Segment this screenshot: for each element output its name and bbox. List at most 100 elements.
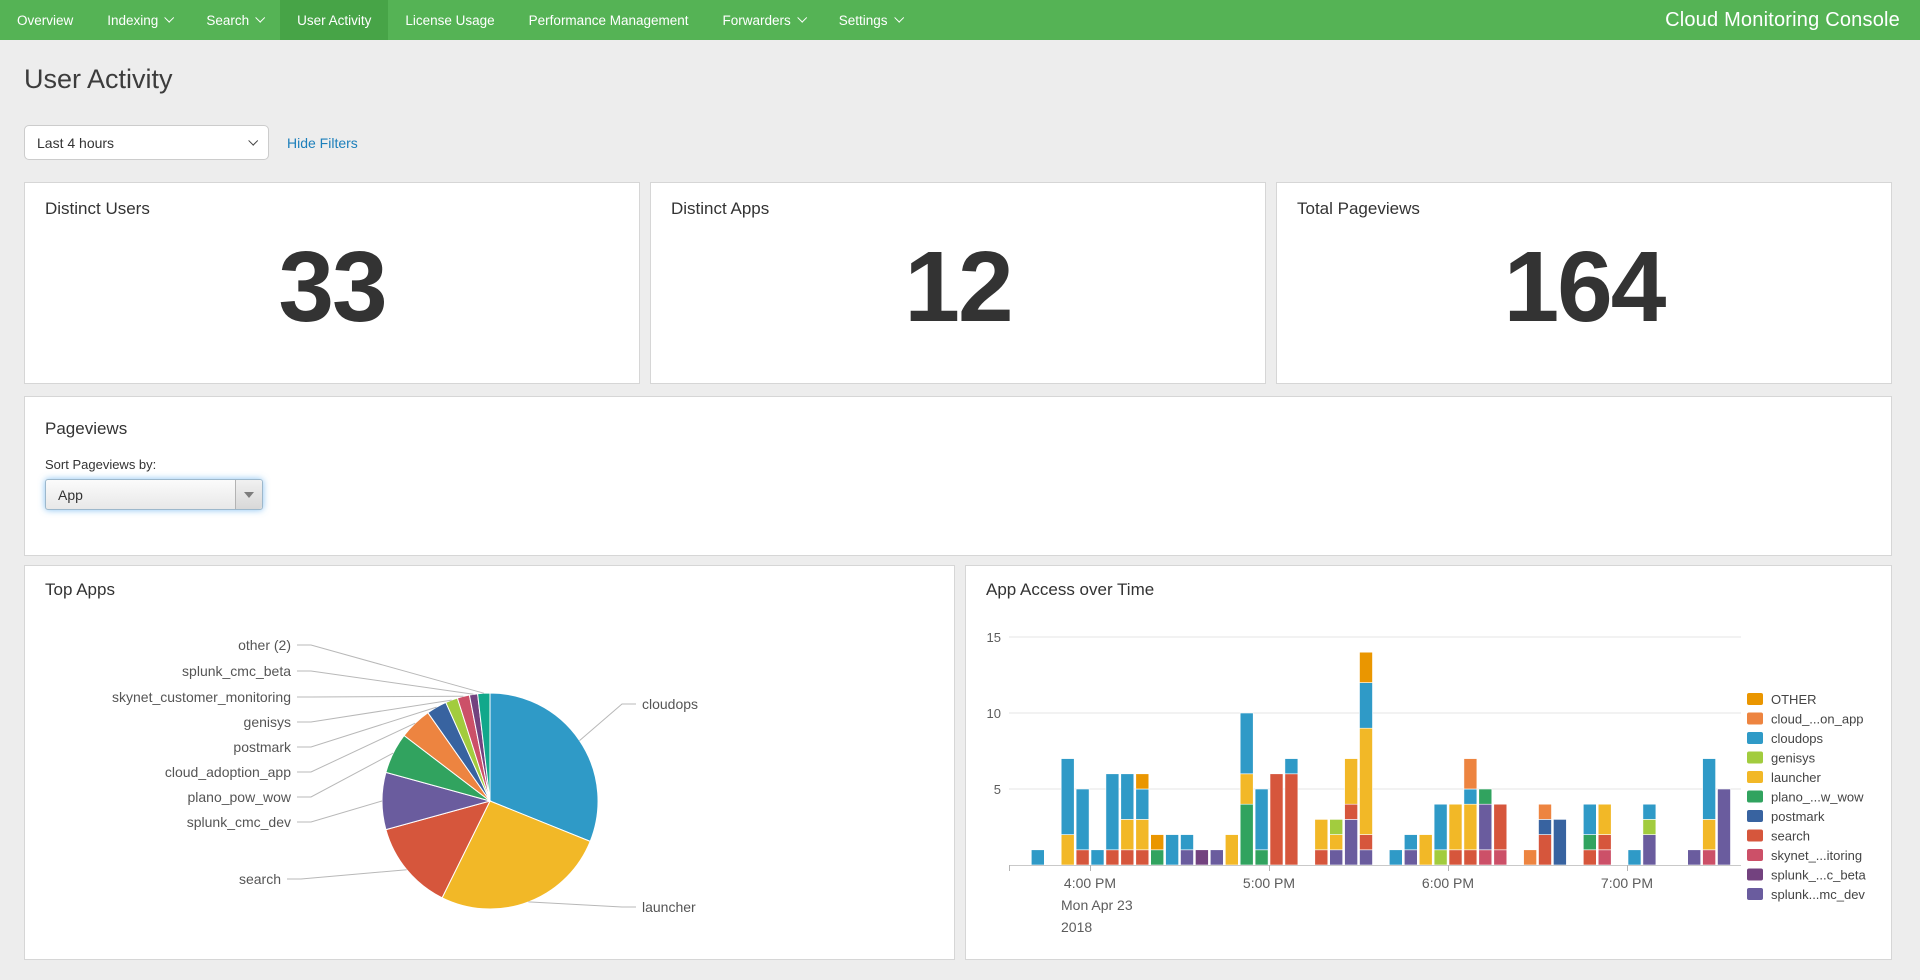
bar-segment-cloudops-4-50-pm[interactable] bbox=[1240, 713, 1253, 774]
bar-segment-cloudops-3-40-pm[interactable] bbox=[1031, 850, 1044, 865]
bar-segment-cloudops-4-00-pm[interactable] bbox=[1091, 850, 1104, 865]
legend-item-plano-pow-wow[interactable]: plano_...w_wow bbox=[1747, 790, 1864, 805]
bar-segment-cloudops-7-05-pm[interactable] bbox=[1643, 804, 1656, 819]
legend-item-launcher[interactable]: launcher bbox=[1747, 770, 1822, 785]
bar-segment-skynet-customer-monitoring-6-15-pm[interactable] bbox=[1494, 850, 1507, 865]
bar-segment-launcher-5-15-pm[interactable] bbox=[1315, 819, 1328, 849]
nav-tab-indexing[interactable]: Indexing bbox=[90, 0, 189, 40]
bar-segment-cloudops-4-55-pm[interactable] bbox=[1255, 789, 1268, 850]
bar-segment-plano-pow-wow-4-20-pm[interactable] bbox=[1151, 850, 1164, 865]
bar-segment-genisys-7-05-pm[interactable] bbox=[1643, 819, 1656, 834]
nav-tab-user-activity[interactable]: User Activity bbox=[280, 0, 388, 40]
bar-segment-plano-pow-wow-4-55-pm[interactable] bbox=[1255, 850, 1268, 865]
bar-segment-launcher-4-10-pm[interactable] bbox=[1121, 819, 1134, 849]
bar-segment-splunk-cmc-dev-7-20-pm[interactable] bbox=[1688, 850, 1701, 865]
bar-segment-cloudops-6-05-pm[interactable] bbox=[1464, 789, 1477, 804]
bar-segment-skynet-customer-monitoring-6-10-pm[interactable] bbox=[1479, 850, 1492, 865]
bar-segment-launcher-5-30-pm[interactable] bbox=[1360, 728, 1373, 834]
bar-segment-cloudops-4-05-pm[interactable] bbox=[1106, 774, 1119, 850]
time-range-picker[interactable]: Last 4 hours bbox=[24, 125, 269, 160]
bar-segment-search-5-25-pm[interactable] bbox=[1345, 804, 1358, 819]
bar-segment-plano-pow-wow-6-10-pm[interactable] bbox=[1479, 789, 1492, 804]
nav-tab-forwarders[interactable]: Forwarders bbox=[706, 0, 822, 40]
legend-item-splunk-cmc-dev[interactable]: splunk...mc_dev bbox=[1747, 887, 1865, 902]
bar-segment-splunk-cmc-dev-7-30-pm[interactable] bbox=[1718, 789, 1731, 865]
bar-segment-launcher-5-50-pm[interactable] bbox=[1419, 835, 1432, 865]
bar-segment-genisys-5-20-pm[interactable] bbox=[1330, 819, 1343, 834]
bar-segment-postmark-6-30-pm[interactable] bbox=[1539, 819, 1552, 834]
bar-segment-cloudops-5-55-pm[interactable] bbox=[1434, 804, 1447, 850]
bar-segment-search-6-15-pm[interactable] bbox=[1494, 804, 1507, 850]
bar-segment-splunk-cmc-dev-4-30-pm[interactable] bbox=[1181, 850, 1194, 865]
bar-segment-cloudops-5-30-pm[interactable] bbox=[1360, 683, 1373, 729]
bar-segment-skynet-customer-monitoring-7-25-pm[interactable] bbox=[1703, 850, 1716, 865]
bar-segment-cloudops-4-10-pm[interactable] bbox=[1121, 774, 1134, 820]
bar-segment-splunk-cmc-beta-4-35-pm[interactable] bbox=[1195, 850, 1208, 865]
legend-item-cloudops[interactable]: cloudops bbox=[1747, 731, 1824, 746]
bar-segment-splunk-cmc-dev-5-20-pm[interactable] bbox=[1330, 850, 1343, 865]
bar-segment-other-4-20-pm[interactable] bbox=[1151, 835, 1164, 850]
bar-segment-cloudops-5-45-pm[interactable] bbox=[1404, 835, 1417, 850]
bar-segment-postmark-6-35-pm[interactable] bbox=[1553, 819, 1566, 865]
bar-segment-cloudops-3-55-pm[interactable] bbox=[1076, 789, 1089, 850]
bar-segment-cloudops-4-25-pm[interactable] bbox=[1166, 835, 1179, 865]
bar-segment-cloud-adoption-app-6-05-pm[interactable] bbox=[1464, 759, 1477, 789]
legend-item-splunk-cmc-beta[interactable]: splunk_...c_beta bbox=[1747, 868, 1866, 883]
nav-tab-search[interactable]: Search bbox=[189, 0, 280, 40]
bar-segment-launcher-7-25-pm[interactable] bbox=[1703, 819, 1716, 849]
bar-segment-search-6-05-pm[interactable] bbox=[1464, 850, 1477, 865]
bar-segment-genisys-5-55-pm[interactable] bbox=[1434, 850, 1447, 865]
bar-segment-launcher-4-50-pm[interactable] bbox=[1240, 774, 1253, 804]
bar-segment-cloudops-7-25-pm[interactable] bbox=[1703, 759, 1716, 820]
bar-segment-cloudops-7-00-pm[interactable] bbox=[1628, 850, 1641, 865]
bar-segment-cloud-adoption-app-6-30-pm[interactable] bbox=[1539, 804, 1552, 819]
bar-segment-search-3-55-pm[interactable] bbox=[1076, 850, 1089, 865]
bar-segment-skynet-customer-monitoring-6-50-pm[interactable] bbox=[1598, 850, 1611, 865]
hide-filters-link[interactable]: Hide Filters bbox=[287, 135, 358, 151]
legend-item-skynet-customer-monitoring[interactable]: skynet_...itoring bbox=[1747, 848, 1862, 863]
nav-tab-performance-management[interactable]: Performance Management bbox=[512, 0, 706, 40]
nav-tab-license-usage[interactable]: License Usage bbox=[388, 0, 511, 40]
bar-segment-launcher-6-05-pm[interactable] bbox=[1464, 804, 1477, 850]
legend-item-postmark[interactable]: postmark bbox=[1747, 809, 1825, 824]
bar-segment-other-5-30-pm[interactable] bbox=[1360, 652, 1373, 682]
bar-segment-search-5-15-pm[interactable] bbox=[1315, 850, 1328, 865]
bar-segment-search-5-30-pm[interactable] bbox=[1360, 835, 1373, 850]
bar-segment-splunk-cmc-dev-7-05-pm[interactable] bbox=[1643, 835, 1656, 865]
sort-pageviews-select[interactable]: App bbox=[45, 479, 263, 510]
bar-segment-cloudops-4-15-pm[interactable] bbox=[1136, 789, 1149, 819]
bar-segment-search-6-50-pm[interactable] bbox=[1598, 835, 1611, 850]
legend-item-cloud-adoption-app[interactable]: cloud_...on_app bbox=[1747, 712, 1864, 727]
nav-tab-overview[interactable]: Overview bbox=[0, 0, 90, 40]
bar-segment-plano-pow-wow-6-45-pm[interactable] bbox=[1583, 835, 1596, 850]
bar-segment-launcher-6-50-pm[interactable] bbox=[1598, 804, 1611, 834]
bar-segment-splunk-cmc-dev-6-10-pm[interactable] bbox=[1479, 804, 1492, 850]
bar-segment-launcher-5-20-pm[interactable] bbox=[1330, 835, 1343, 850]
bar-segment-launcher-4-45-pm[interactable] bbox=[1225, 835, 1238, 865]
bar-segment-other-4-15-pm[interactable] bbox=[1136, 774, 1149, 789]
bar-segment-launcher-5-25-pm[interactable] bbox=[1345, 759, 1358, 805]
bar-segment-splunk-cmc-dev-4-40-pm[interactable] bbox=[1210, 850, 1223, 865]
bar-segment-cloudops-5-40-pm[interactable] bbox=[1389, 850, 1402, 865]
bar-segment-cloudops-4-30-pm[interactable] bbox=[1181, 835, 1194, 850]
bar-segment-splunk-cmc-dev-5-30-pm[interactable] bbox=[1360, 850, 1373, 865]
bar-segment-splunk-cmc-dev-5-45-pm[interactable] bbox=[1404, 850, 1417, 865]
bar-segment-search-6-45-pm[interactable] bbox=[1583, 850, 1596, 865]
legend-item-genisys[interactable]: genisys bbox=[1747, 751, 1816, 766]
bar-segment-search-5-00-pm[interactable] bbox=[1270, 774, 1283, 865]
bar-segment-launcher-6-00-pm[interactable] bbox=[1449, 804, 1462, 850]
bar-segment-search-4-15-pm[interactable] bbox=[1136, 850, 1149, 865]
bar-segment-cloud-adoption-app-6-25-pm[interactable] bbox=[1524, 850, 1537, 865]
nav-tab-settings[interactable]: Settings bbox=[822, 0, 919, 40]
bar-segment-cloudops-5-05-pm[interactable] bbox=[1285, 759, 1298, 774]
bar-segment-search-5-05-pm[interactable] bbox=[1285, 774, 1298, 865]
bar-segment-launcher-3-50-pm[interactable] bbox=[1061, 835, 1074, 865]
bar-segment-search-6-30-pm[interactable] bbox=[1539, 835, 1552, 865]
bar-segment-launcher-4-15-pm[interactable] bbox=[1136, 819, 1149, 849]
bar-segment-search-4-05-pm[interactable] bbox=[1106, 850, 1119, 865]
legend-item-other[interactable]: OTHER bbox=[1747, 692, 1817, 707]
bar-segment-cloudops-3-50-pm[interactable] bbox=[1061, 759, 1074, 835]
bar-segment-splunk-cmc-dev-5-25-pm[interactable] bbox=[1345, 819, 1358, 865]
bar-segment-plano-pow-wow-4-50-pm[interactable] bbox=[1240, 804, 1253, 865]
bar-segment-cloudops-6-45-pm[interactable] bbox=[1583, 804, 1596, 834]
